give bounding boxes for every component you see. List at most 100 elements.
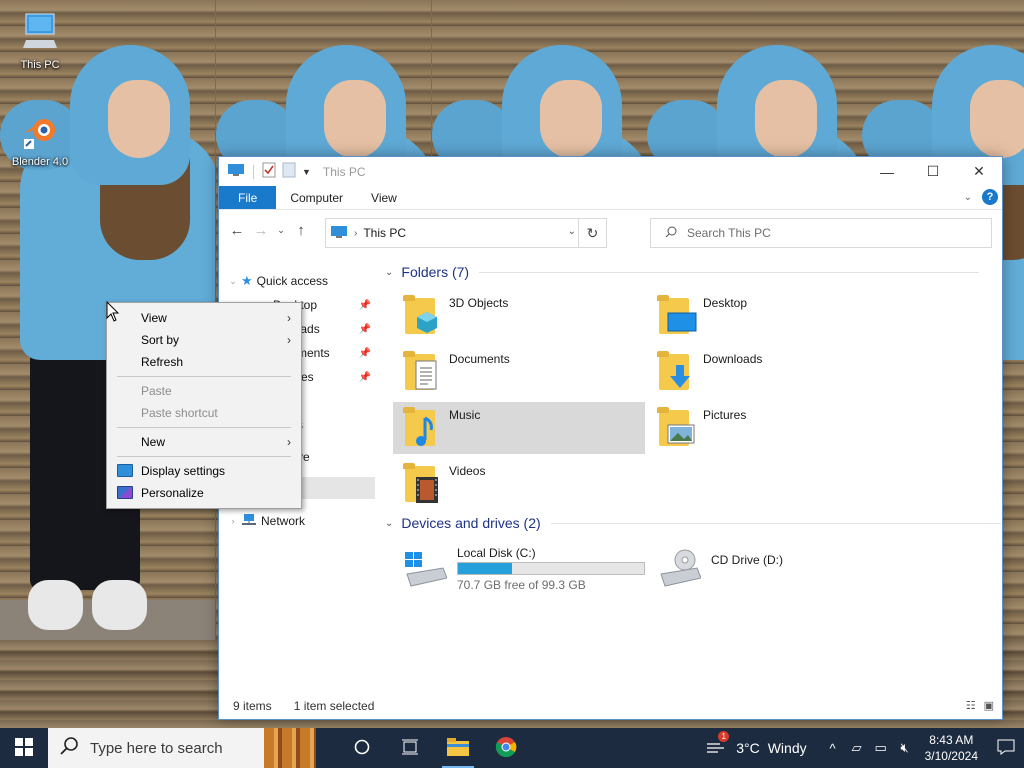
details-view-icon[interactable]: ☷ (966, 699, 976, 712)
pin-icon: 📌 (358, 299, 371, 311)
maximize-button[interactable]: ☐ (910, 157, 956, 186)
search-box[interactable] (650, 218, 992, 248)
file-explorer-window[interactable]: ▼ This PC — ☐ ✕ File Computer View ⌄ ? ←… (218, 156, 1003, 720)
group-header-devices[interactable]: ⌄ Devices and drives (2) (385, 515, 1001, 531)
menu-item-new[interactable]: New › (107, 431, 301, 453)
tab-file[interactable]: File (219, 186, 277, 209)
content-pane[interactable]: ⌄ Folders (7) 3D Objects Desktop Documen… (381, 262, 1001, 692)
menu-item-refresh[interactable]: Refresh (107, 351, 301, 373)
search-icon (60, 737, 78, 759)
address-dropdown-icon[interactable]: ⌄ (568, 226, 576, 237)
chevron-right-icon[interactable]: › (225, 516, 241, 526)
forward-button[interactable]: → (249, 218, 273, 242)
cortana-button[interactable] (338, 728, 386, 768)
start-button[interactable] (0, 728, 48, 768)
folder-item-music[interactable]: Music (393, 402, 645, 454)
drive-item-local-disk[interactable]: Local Disk (C:) 70.7 GB free of 99.3 GB (389, 540, 645, 594)
address-bar[interactable]: › This PC ⌄ ↻ (325, 218, 607, 248)
notifications-button[interactable] (988, 739, 1024, 758)
weather-alert-badge: 1 (718, 730, 730, 742)
folder-item-pictures[interactable]: Pictures (647, 402, 899, 454)
desktop-icon-label: This PC (20, 59, 60, 71)
refresh-button[interactable]: ↻ (578, 219, 606, 247)
tab-view[interactable]: View (357, 186, 411, 209)
new-folder-icon[interactable] (282, 162, 296, 181)
folder-item-downloads[interactable]: Downloads (647, 346, 899, 398)
chevron-down-icon[interactable]: ⌄ (385, 518, 393, 529)
title-bar[interactable]: ▼ This PC — ☐ ✕ (219, 157, 1002, 186)
status-selection: 1 item selected (293, 699, 375, 713)
desktop-icon-label: Blender 4.0 (11, 156, 69, 168)
ribbon-tabs: File Computer View ⌄ ? (219, 186, 1002, 210)
nav-item-network[interactable]: › Network (219, 510, 377, 532)
breadcrumb[interactable]: This PC (363, 226, 406, 240)
this-pc-icon (2, 12, 78, 55)
customize-toolbar-dropdown-icon[interactable]: ▼ (302, 167, 311, 177)
help-button[interactable]: ? (982, 189, 998, 205)
status-item-count: 9 items (233, 699, 272, 713)
weather-widget[interactable]: 1 3°C Windy (706, 730, 807, 758)
menu-item-paste-shortcut[interactable]: Paste shortcut (107, 402, 301, 424)
weather-temp: 3°C (736, 740, 760, 756)
cd-drive-icon (657, 548, 702, 588)
breadcrumb-separator-icon[interactable]: › (354, 228, 357, 239)
folder-item-documents[interactable]: Documents (393, 346, 645, 398)
chevron-up-icon[interactable]: ^ (821, 741, 845, 756)
expand-ribbon-chevron-icon[interactable]: ⌄ (964, 192, 972, 203)
windows-drive-icon (403, 548, 448, 588)
search-input[interactable] (687, 226, 967, 240)
drive-item-cd-drive[interactable]: CD Drive (D:) (643, 540, 895, 594)
folder-item-3d-objects[interactable]: 3D Objects (393, 290, 645, 342)
taskbar-file-explorer[interactable] (434, 728, 482, 768)
desktop-context-menu: View › Sort by › Refresh Paste Paste short… (106, 302, 302, 509)
menu-separator (117, 427, 291, 428)
clock[interactable]: 8:43 AM 3/10/2024 (925, 732, 978, 764)
weather-condition: Windy (767, 740, 807, 756)
task-view-button[interactable] (386, 728, 434, 768)
music-icon (403, 406, 443, 448)
large-icons-view-icon[interactable]: ▣ (984, 699, 994, 712)
group-header-folders[interactable]: ⌄ Folders (7) (385, 264, 980, 280)
menu-item-paste[interactable]: Paste (107, 380, 301, 402)
status-bar: 9 items 1 item selected ☷ ▣ (219, 693, 1002, 719)
pin-icon: 📌 (358, 323, 371, 335)
menu-item-sort-by[interactable]: Sort by › (107, 329, 301, 351)
file-explorer-icon (447, 737, 469, 759)
chevron-down-icon[interactable]: ⌄ (225, 276, 241, 287)
up-button[interactable]: ↑ (289, 218, 313, 242)
task-view-icon (401, 739, 419, 758)
tab-computer[interactable]: Computer (276, 186, 357, 209)
pin-icon: 📌 (358, 347, 371, 359)
display-settings-icon (117, 464, 133, 477)
volume-muted-icon[interactable]: 🔇︎ (893, 740, 917, 756)
documents-icon (403, 350, 443, 392)
minimize-button[interactable]: — (864, 157, 910, 186)
desktop-icon-blender[interactable]: Blender 4.0 (2, 115, 78, 168)
nav-item-quick-access[interactable]: ⌄ ★ Quick access (219, 270, 377, 292)
clock-date: 3/10/2024 (924, 749, 978, 763)
chevron-down-icon[interactable]: ⌄ (385, 267, 393, 278)
desktop-icon-this-pc[interactable]: This PC (2, 12, 78, 71)
desktop-folder-icon (657, 294, 697, 336)
chevron-right-icon: › (287, 435, 291, 449)
windows-logo-icon (15, 737, 33, 759)
quick-access-toolbar: ▼ (219, 162, 311, 181)
menu-item-display-settings[interactable]: Display settings (107, 460, 301, 482)
properties-icon[interactable] (262, 162, 276, 181)
folder-item-desktop[interactable]: Desktop (647, 290, 899, 342)
close-button[interactable]: ✕ (956, 157, 1002, 186)
taskbar-search-box[interactable]: Type here to search (48, 728, 316, 768)
taskbar-chrome[interactable] (482, 728, 530, 768)
menu-item-view[interactable]: View › (107, 307, 301, 329)
recent-locations-dropdown[interactable]: ⌄ (273, 218, 289, 242)
menu-item-personalize[interactable]: Personalize (107, 482, 301, 504)
network-tray-icon[interactable]: ▭ (869, 740, 893, 756)
pictures-icon (657, 406, 697, 448)
3d-objects-icon (403, 294, 443, 336)
folder-item-videos[interactable]: Videos (393, 458, 645, 510)
this-pc-icon (227, 163, 245, 180)
battery-icon[interactable]: ▱ (845, 740, 869, 756)
videos-icon (403, 462, 443, 504)
back-button[interactable]: ← (225, 218, 249, 242)
window-title: This PC (322, 164, 366, 179)
